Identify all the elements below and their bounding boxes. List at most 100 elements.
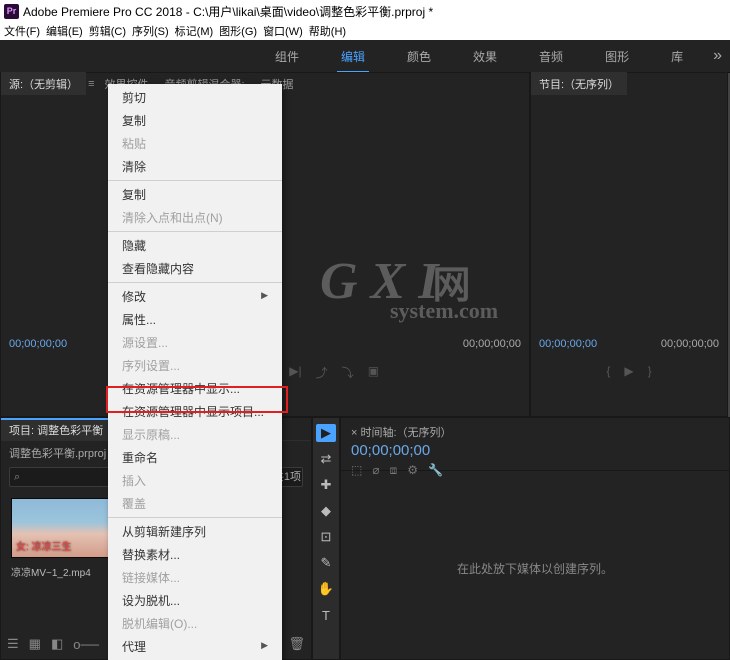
type-tool-icon[interactable]: T (316, 606, 336, 624)
menu-item[interactable]: 隐藏 (108, 234, 282, 257)
pen-tool-icon[interactable]: ✎ (316, 554, 336, 572)
menu-item[interactable]: 从剪辑新建序列 (108, 520, 282, 543)
tab-project[interactable]: 项目: 调整色彩平衡 (1, 418, 111, 440)
selection-tool-icon[interactable]: ▶ (316, 424, 336, 442)
source-tc-out[interactable]: 00;00;00;00 (463, 338, 521, 350)
context-menu[interactable]: 剪切复制粘贴清除复制清除入点和出点(N)隐藏查看隐藏内容修改属性...源设置..… (108, 84, 282, 660)
menu-item: 显示原稿... (108, 423, 282, 446)
program-tc-out[interactable]: 00;00;00;00 (661, 338, 719, 350)
list-view-icon[interactable]: ☰ (7, 636, 19, 652)
workspace-tab-assembly[interactable]: 组件 (271, 40, 303, 73)
timeline-tab[interactable]: × 时间轴:（无序列） (351, 424, 719, 440)
menu-bar: 文件(F) 编辑(E) 剪辑(C) 序列(S) 标记(M) 图形(G) 窗口(W… (0, 22, 730, 40)
tools-panel: ▶ ⇄ ✚ ◆ ⊡ ✎ ✋ T (312, 417, 340, 660)
play-icon[interactable]: ▶ (624, 364, 633, 384)
project-clip-item[interactable]: 凉凉MV~1_2.mp4 (11, 498, 113, 579)
menu-markers[interactable]: 标记(M) (175, 23, 214, 39)
workspace-bar: 组件 编辑 颜色 效果 音频 图形 库 » (0, 40, 730, 73)
menu-item: 脱机编辑(O)... (108, 612, 282, 635)
timeline-timecode[interactable]: 00;00;00;00 (351, 442, 719, 459)
icon-view-icon[interactable]: ▦ (29, 636, 41, 652)
title-bar: Pr Adobe Premiere Pro CC 2018 - C:\用户\li… (0, 0, 730, 22)
source-tc-in[interactable]: 00;00;00;00 (9, 338, 67, 350)
ripple-edit-tool-icon[interactable]: ✚ (316, 476, 336, 494)
menu-item[interactable]: 在资源管理器中显示项目... (108, 400, 282, 423)
mark-in-icon[interactable]: { (606, 364, 610, 384)
menu-item[interactable]: 设为脱机... (108, 589, 282, 612)
menu-item: 覆盖 (108, 492, 282, 515)
program-monitor-controls: 00;00;00;00 00;00;00;00 { ▶ } (531, 376, 727, 416)
menu-item[interactable]: 复制 (108, 183, 282, 206)
menu-edit[interactable]: 编辑(E) (46, 23, 83, 39)
zoom-slider[interactable]: o── (73, 637, 99, 652)
menu-clip[interactable]: 剪辑(C) (89, 23, 126, 39)
go-out-icon[interactable]: ▶| (289, 364, 301, 384)
trash-icon[interactable]: 🗑 (288, 636, 305, 652)
insert-icon[interactable]: ⤴ (316, 364, 328, 384)
tab-menu-icon[interactable]: ≡ (86, 78, 96, 90)
snap-icon[interactable]: ⬚ (351, 463, 362, 478)
menu-item[interactable]: 剪切 (108, 86, 282, 109)
tab-program[interactable]: 节目:（无序列） (531, 72, 627, 96)
timeline-drop-area[interactable]: 在此处放下媒体以创建序列。 (341, 478, 729, 659)
workspace-tab-editing[interactable]: 编辑 (337, 40, 369, 73)
freeform-view-icon[interactable]: ◧ (51, 636, 63, 652)
tab-source[interactable]: 源:（无剪辑） (1, 72, 86, 96)
program-monitor-panel: 节目:（无序列） 00;00;00;00 00;00;00;00 { ▶ } (530, 72, 728, 417)
menu-item[interactable]: 代理 (108, 635, 282, 658)
overwrite-icon[interactable]: ⤵ (342, 364, 354, 384)
program-monitor-view (531, 95, 727, 376)
slip-tool-icon[interactable]: ⊡ (316, 528, 336, 546)
timeline-panel: × 时间轴:（无序列） 00;00;00;00 ⬚ ⌀ ⧈ ⚙ 🔧 在此处放下媒… (340, 417, 730, 660)
menu-item[interactable]: 复制 (108, 109, 282, 132)
program-panel-tabs: 节目:（无序列） (531, 73, 727, 96)
workspace-tab-graphics[interactable]: 图形 (601, 40, 633, 73)
menu-graphics[interactable]: 图形(G) (219, 23, 257, 39)
workspace-tab-audio[interactable]: 音频 (535, 40, 567, 73)
workspace-tab-libraries[interactable]: 库 (667, 40, 687, 73)
menu-item[interactable]: 修改 (108, 285, 282, 308)
mark-out-icon[interactable]: } (648, 364, 652, 384)
menu-item: 插入 (108, 469, 282, 492)
menu-separator (108, 517, 282, 518)
app-logo-icon: Pr (4, 4, 19, 19)
menu-separator (108, 231, 282, 232)
link-icon[interactable]: ⌀ (372, 463, 379, 478)
marker-icon[interactable]: ⧈ (390, 463, 398, 478)
menu-sequence[interactable]: 序列(S) (132, 23, 169, 39)
export-frame-icon[interactable]: ▣ (368, 364, 379, 384)
menu-file[interactable]: 文件(F) (4, 23, 40, 39)
workspace-tab-effects[interactable]: 效果 (469, 40, 501, 73)
menu-item[interactable]: 替换素材... (108, 543, 282, 566)
menu-item[interactable]: 清除 (108, 155, 282, 178)
workspace-overflow-icon[interactable]: » (713, 47, 722, 65)
track-select-tool-icon[interactable]: ⇄ (316, 450, 336, 468)
menu-item[interactable]: 属性... (108, 308, 282, 331)
menu-item[interactable]: 查看隐藏内容 (108, 257, 282, 280)
wrench-icon[interactable]: 🔧 (428, 463, 443, 478)
clip-thumbnail[interactable] (11, 498, 115, 558)
program-transport[interactable]: { ▶ } (531, 364, 727, 384)
menu-help[interactable]: 帮助(H) (309, 23, 346, 39)
menu-item[interactable]: 在资源管理器中显示... (108, 377, 282, 400)
menu-item: 链接媒体... (108, 566, 282, 589)
menu-window[interactable]: 窗口(W) (263, 23, 303, 39)
menu-item[interactable]: 重命名 (108, 446, 282, 469)
timeline-header: × 时间轴:（无序列） 00;00;00;00 ⬚ ⌀ ⧈ ⚙ 🔧 (341, 418, 729, 471)
window-title: Adobe Premiere Pro CC 2018 - C:\用户\likai… (23, 3, 433, 20)
menu-item: 清除入点和出点(N) (108, 206, 282, 229)
menu-item: 序列设置... (108, 354, 282, 377)
hand-tool-icon[interactable]: ✋ (316, 580, 336, 598)
clip-label: 凉凉MV~1_2.mp4 (11, 564, 113, 579)
workspace-tab-color[interactable]: 颜色 (403, 40, 435, 73)
program-tc-in[interactable]: 00;00;00;00 (539, 338, 597, 350)
search-icon: ⌕ (14, 471, 20, 484)
timeline-toggles: ⬚ ⌀ ⧈ ⚙ 🔧 (351, 463, 719, 478)
menu-separator (108, 180, 282, 181)
menu-item: 源设置... (108, 331, 282, 354)
razor-tool-icon[interactable]: ◆ (316, 502, 336, 520)
timeline-empty-hint: 在此处放下媒体以创建序列。 (457, 560, 613, 577)
menu-separator (108, 282, 282, 283)
settings-icon[interactable]: ⚙ (407, 463, 418, 478)
menu-item: 粘贴 (108, 132, 282, 155)
